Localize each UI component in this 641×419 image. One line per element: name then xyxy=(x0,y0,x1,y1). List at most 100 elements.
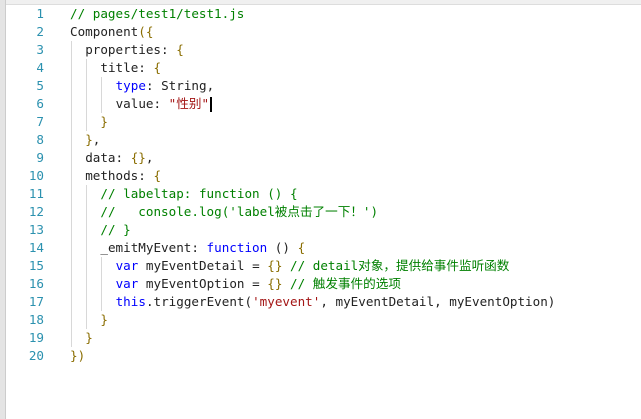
indent-guide xyxy=(86,203,88,221)
line-number: 7 xyxy=(36,114,44,129)
indent-guide xyxy=(86,257,88,275)
indent-guide xyxy=(71,185,72,203)
code-line[interactable]: 2 Component({ xyxy=(0,23,641,41)
code-text: // console.log('label被点击了一下！') xyxy=(100,203,378,221)
code-line[interactable]: 5 type: String, xyxy=(0,77,641,95)
indent-guide xyxy=(86,239,88,257)
code-token: } xyxy=(100,114,108,129)
code-token: // console.log('label被点击了一下！') xyxy=(100,204,379,219)
line-number: 16 xyxy=(28,276,44,291)
code-token: title: xyxy=(100,60,154,75)
code-line[interactable]: 1 // pages/test1/test1.js xyxy=(0,5,641,23)
indent-guide xyxy=(71,311,72,329)
code-text: this.triggerEvent('myevent', myEventDeta… xyxy=(116,293,556,311)
code-token: } xyxy=(85,132,93,147)
indent-guide xyxy=(71,59,72,77)
line-number: 18 xyxy=(28,312,44,327)
indent-guide xyxy=(71,275,72,293)
indent-guide xyxy=(71,167,72,185)
indent-guide xyxy=(86,311,88,329)
line-number: 10 xyxy=(28,168,44,183)
line-number: 11 xyxy=(28,186,44,201)
code-token: () xyxy=(267,240,298,255)
line-number: 1 xyxy=(36,6,44,21)
code-text: // } xyxy=(100,221,130,239)
line-number: 2 xyxy=(36,24,44,39)
indent-guide xyxy=(101,293,103,311)
code-token: // 触发事件的选项 xyxy=(282,276,401,291)
code-token: , myEventDetail, myEventOption) xyxy=(320,294,556,309)
code-text: } xyxy=(100,113,108,131)
code-token: {} xyxy=(267,276,283,291)
code-token: { xyxy=(153,60,162,75)
indent-guide xyxy=(101,257,103,275)
line-number: 5 xyxy=(36,78,44,93)
indent-guide xyxy=(71,221,72,239)
line-number: 14 xyxy=(28,240,44,255)
code-line[interactable]: 20}) xyxy=(0,347,641,365)
code-token: // detail对象，提供给事件监听函数 xyxy=(282,258,510,273)
code-token: {} xyxy=(130,150,146,165)
indent-guide xyxy=(86,185,88,203)
code-token: myEventOption = xyxy=(138,276,268,291)
code-line[interactable]: 15 var myEventDetail = {} // detail对象，提供给… xyxy=(0,257,641,275)
code-token: // } xyxy=(100,222,131,237)
code-text: _emitMyEvent: function () { xyxy=(100,239,305,257)
code-editor[interactable]: 1 // pages/test1/test1.js 2 Component({3 pro… xyxy=(0,5,641,365)
indent-guide xyxy=(71,329,72,347)
code-line[interactable]: 11 // labeltap: function () { xyxy=(0,185,641,203)
indent-guide xyxy=(71,149,72,167)
code-text: Component({ xyxy=(70,23,153,41)
code-line[interactable]: 8}, xyxy=(0,131,641,149)
line-number: 9 xyxy=(36,150,44,165)
code-line[interactable]: 12 // console.log('label被点击了一下！') xyxy=(0,203,641,221)
indent-guide xyxy=(101,95,103,113)
indent-guide xyxy=(86,77,88,95)
indent-guide xyxy=(71,95,72,113)
indent-guide xyxy=(86,59,88,77)
code-text: data: {}, xyxy=(85,149,153,167)
line-number: 19 xyxy=(28,330,44,345)
code-token: .triggerEvent( xyxy=(145,294,253,309)
code-line[interactable]: 10 methods: { xyxy=(0,167,641,185)
code-line[interactable]: 16 var myEventOption = {} // 触发事件的选项 xyxy=(0,275,641,293)
indent-guide xyxy=(71,203,72,221)
indent-guide xyxy=(101,77,103,95)
code-line[interactable]: 3 properties: { xyxy=(0,41,641,59)
code-token: } xyxy=(100,312,108,327)
code-text: } xyxy=(85,329,93,347)
code-token: { xyxy=(176,42,184,57)
code-text: title: { xyxy=(100,59,161,77)
code-token: , xyxy=(92,132,101,147)
code-line[interactable]: 13 // } xyxy=(0,221,641,239)
indent-guide xyxy=(71,113,72,131)
indent-guide xyxy=(86,113,88,131)
code-line[interactable]: 14 _emitMyEvent: function () { xyxy=(0,239,641,257)
code-token: var xyxy=(115,258,139,273)
code-line[interactable]: 19} xyxy=(0,329,641,347)
code-line[interactable]: 7} xyxy=(0,113,641,131)
code-token: methods: xyxy=(85,168,154,183)
code-line[interactable]: 6 value: "性别" xyxy=(0,95,641,113)
code-token: "性别" xyxy=(168,96,210,111)
code-line[interactable]: 18} xyxy=(0,311,641,329)
code-token: myEventDetail = xyxy=(138,258,268,273)
code-text: // labeltap: function () { xyxy=(100,185,297,203)
line-number: 20 xyxy=(28,348,44,363)
code-text: type: String, xyxy=(116,77,215,95)
code-text: }, xyxy=(85,131,100,149)
code-text: value: "性别" xyxy=(116,95,213,113)
line-number: 17 xyxy=(28,294,44,309)
code-line[interactable]: 9 data: {}, xyxy=(0,149,641,167)
line-number: 13 xyxy=(28,222,44,237)
indent-guide xyxy=(71,131,72,149)
code-line[interactable]: 17 this.triggerEvent('myevent', myEventDe… xyxy=(0,293,641,311)
indent-guide xyxy=(71,257,72,275)
line-number: 4 xyxy=(36,60,44,75)
code-token: // labeltap: function () { xyxy=(100,186,298,201)
code-token: data: xyxy=(85,150,131,165)
indent-guide xyxy=(71,239,72,257)
code-token: { xyxy=(153,168,162,183)
code-line[interactable]: 4 title: { xyxy=(0,59,641,77)
code-token: }) xyxy=(70,348,86,363)
